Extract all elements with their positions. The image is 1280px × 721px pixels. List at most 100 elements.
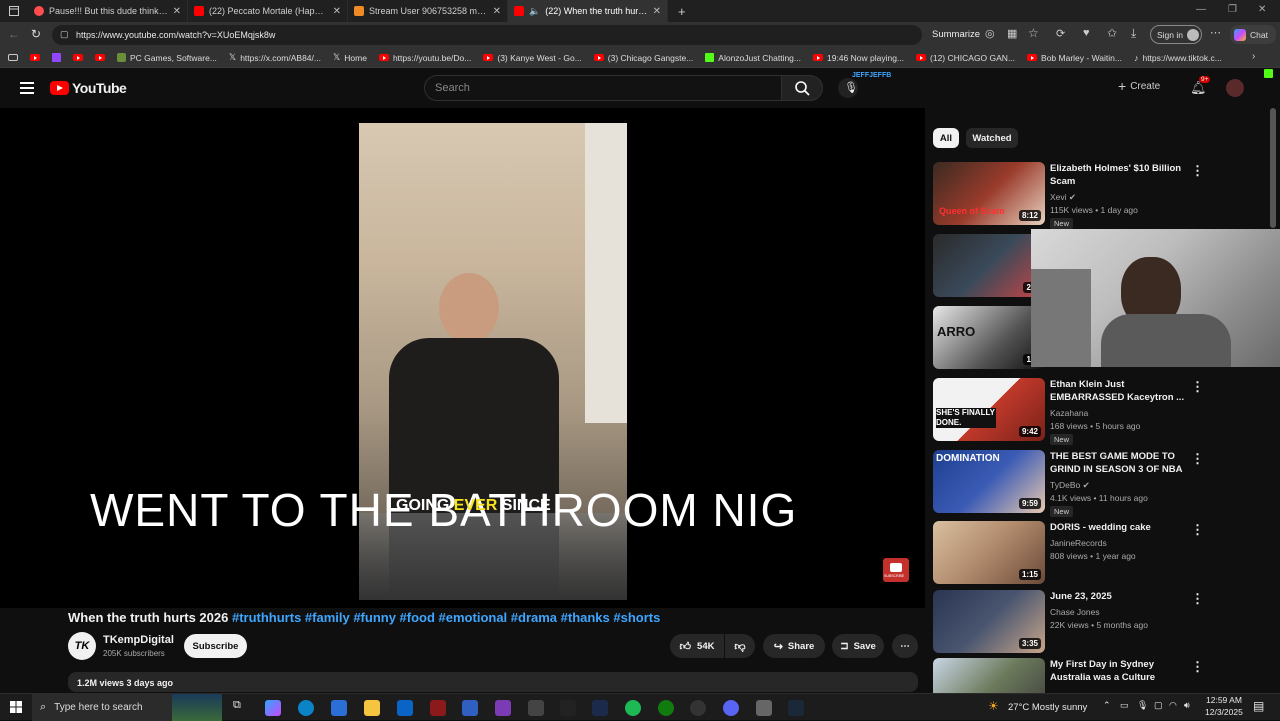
bookmark-item[interactable]: ♪ https://www.tiktok.c... (1128, 53, 1228, 63)
dislike-button[interactable]: 👎︎ (725, 634, 755, 658)
recommendation-title[interactable]: Elizabeth Holmes' $10 Billion Scam (1050, 162, 1185, 188)
file-explorer-icon[interactable] (364, 700, 380, 716)
create-button[interactable]: + Create (1118, 78, 1160, 94)
menu-icon[interactable] (20, 82, 34, 94)
obs-icon[interactable] (690, 700, 706, 716)
weather-icon[interactable]: ☀ (988, 699, 999, 713)
video-thumbnail[interactable]: DOMINATION 9:59 (933, 450, 1045, 513)
copilot-app-icon[interactable] (265, 700, 281, 716)
bookmarks-overflow-icon[interactable]: › (1252, 51, 1255, 62)
address-bar[interactable]: ▢ https://www.youtube.com/watch?v=XUoEMq… (52, 25, 922, 45)
video-thumbnail[interactable] (933, 658, 1045, 693)
maximize-icon[interactable]: ❐ (1228, 4, 1237, 15)
more-vertical-icon[interactable]: ⋮ (1191, 452, 1204, 465)
recommendation-title[interactable]: THE BEST GAME MODE TO GRIND IN SEASON 3 … (1050, 450, 1185, 476)
spotify-icon[interactable] (625, 700, 641, 716)
close-window-icon[interactable]: ✕ (1258, 4, 1266, 15)
notification-center-icon[interactable]: ▤ (1253, 699, 1264, 713)
recommendation-item[interactable]: DOMINATION 9:59 THE BEST GAME MODE TO GR… (933, 450, 1273, 517)
subscribe-button[interactable]: Subscribe (184, 634, 247, 658)
bookmark-youtube[interactable] (24, 54, 46, 61)
favorite-star-icon[interactable]: ☆ (1028, 26, 1039, 40)
extensions-icon[interactable]: ▦ (1007, 27, 1017, 40)
account-avatar[interactable] (1226, 79, 1244, 97)
bookmark-item[interactable]: (12) CHICAGO GAN... (910, 53, 1021, 63)
recommendation-item[interactable]: 3:35 June 23, 2025 Chase Jones 22K views… (933, 590, 1273, 654)
description-box[interactable]: 1.2M views 3 days ago (68, 672, 918, 692)
app-icon[interactable] (756, 700, 772, 716)
site-info-icon[interactable]: ▢ (60, 29, 69, 40)
windows-start-icon[interactable] (10, 701, 22, 713)
copilot-summary-icon[interactable]: ◎ (985, 27, 995, 40)
more-vertical-icon[interactable]: ⋮ (1191, 380, 1204, 393)
new-tab-icon[interactable]: + (668, 4, 696, 19)
video-thumbnail[interactable]: 25: (933, 234, 1045, 297)
steam-icon[interactable] (788, 700, 804, 716)
more-actions-button[interactable]: ⋯ (892, 634, 918, 658)
app-icon[interactable] (495, 700, 511, 716)
xbox-icon[interactable] (658, 700, 674, 716)
browser-essentials-icon[interactable]: ♥ (1083, 27, 1090, 39)
channel-avatar[interactable]: TK (68, 632, 96, 660)
bookmark-item[interactable]: Bob Marley - Waitin... (1021, 53, 1128, 63)
video-thumbnail[interactable]: SHE'S FINALLY DONE. 9:42 (933, 378, 1045, 441)
bookmark-item[interactable]: 𝕏https://x.com/AB84/... (223, 52, 327, 63)
search-input[interactable]: Search (424, 75, 782, 101)
bookmark-item[interactable]: 𝕏 Home (327, 52, 373, 63)
more-vertical-icon[interactable]: ⋮ (1191, 592, 1204, 605)
recommendation-item[interactable]: 1:15 DORIS - wedding cake JanineRecords … (933, 521, 1273, 585)
network-icon[interactable]: ▭ (1120, 700, 1129, 711)
recommendation-channel[interactable]: Chase Jones (1050, 607, 1100, 617)
bookmark-item[interactable]: PC Games, Software... (111, 53, 223, 63)
close-tab-icon[interactable]: ✕ (333, 6, 341, 17)
volume-icon[interactable]: 🔊︎ (1184, 700, 1190, 711)
recommendation-item[interactable]: My First Day in Sydney Australia was a C… (933, 658, 1273, 693)
more-vertical-icon[interactable]: ⋮ (1191, 523, 1204, 536)
microphone-tray-icon[interactable]: 🎙 (1137, 700, 1148, 711)
youtube-logo[interactable]: YouTube (50, 80, 127, 96)
browser-tab-2[interactable]: (22) Peccato Mortale (Happiness ✕ (188, 0, 348, 22)
video-thumbnail[interactable]: ARRO 19: (933, 306, 1045, 369)
browser-tab-4[interactable]: 🔈 (22) When the truth hurts 20 ✕ (508, 0, 668, 22)
app-icon[interactable] (528, 700, 544, 716)
clock-time[interactable]: 12:59 AM (1206, 695, 1242, 705)
back-icon[interactable]: ← (8, 27, 20, 41)
outlook-icon[interactable] (397, 700, 413, 716)
bookmark-twitch[interactable] (46, 53, 67, 62)
discord-icon[interactable] (723, 700, 739, 716)
recommendation-title[interactable]: June 23, 2025 (1050, 590, 1185, 603)
edge-icon[interactable] (298, 700, 314, 716)
page-scrollbar[interactable] (1270, 108, 1276, 228)
close-tab-icon[interactable]: ✕ (173, 6, 181, 17)
weather-text[interactable]: 27°C Mostly sunny (1008, 702, 1087, 713)
subscribe-watermark[interactable]: SUBSCRIBE (883, 558, 909, 582)
kick-extension-icon[interactable] (1264, 69, 1273, 78)
share-button[interactable]: ↪ Share (763, 634, 825, 658)
bookmark-folder-icon[interactable] (0, 54, 24, 61)
app-icon[interactable] (430, 700, 446, 716)
refresh-icon[interactable]: ↻ (31, 27, 41, 41)
video-thumbnail[interactable]: 3:35 (933, 590, 1045, 653)
summarize-button[interactable]: Summarize (932, 29, 980, 40)
save-button[interactable]: ⊐ Save (832, 634, 884, 658)
close-tab-icon[interactable]: ✕ (493, 6, 501, 17)
recommendation-title[interactable]: Ethan Klein Just EMBARRASSED Kaceytron .… (1050, 378, 1185, 404)
minimize-icon[interactable]: — (1196, 4, 1206, 15)
refresh-page-icon[interactable]: ⟳ (1056, 27, 1065, 40)
favorites-icon[interactable]: ✩ (1107, 26, 1117, 40)
more-vertical-icon[interactable]: ⋮ (1191, 660, 1204, 673)
recommendation-channel[interactable]: Kazahana (1050, 408, 1088, 418)
browser-tab-3[interactable]: Stream User 906753258 music | ✕ (348, 0, 508, 22)
tab-actions-icon[interactable] (0, 0, 28, 22)
bookmark-item[interactable]: https://youtu.be/Do... (373, 53, 477, 63)
recommendation-channel[interactable]: Xevi ✔ (1050, 192, 1076, 203)
video-hashtags[interactable]: #truthhurts #family #funny #food #emotio… (232, 610, 660, 625)
bookmark-item[interactable]: AlonzoJust Chatting... (699, 53, 807, 63)
wifi-icon[interactable]: ◠ (1169, 700, 1177, 711)
app-icon[interactable] (592, 700, 608, 716)
notifications-button[interactable]: 🔔︎ 9+ (1190, 76, 1211, 97)
task-view-icon[interactable]: ⧉ (233, 699, 241, 712)
voice-search-button[interactable]: 🎙 (838, 78, 858, 98)
recommendation-channel[interactable]: TyDeBo ✔ (1050, 480, 1090, 491)
store-icon[interactable] (331, 700, 347, 716)
